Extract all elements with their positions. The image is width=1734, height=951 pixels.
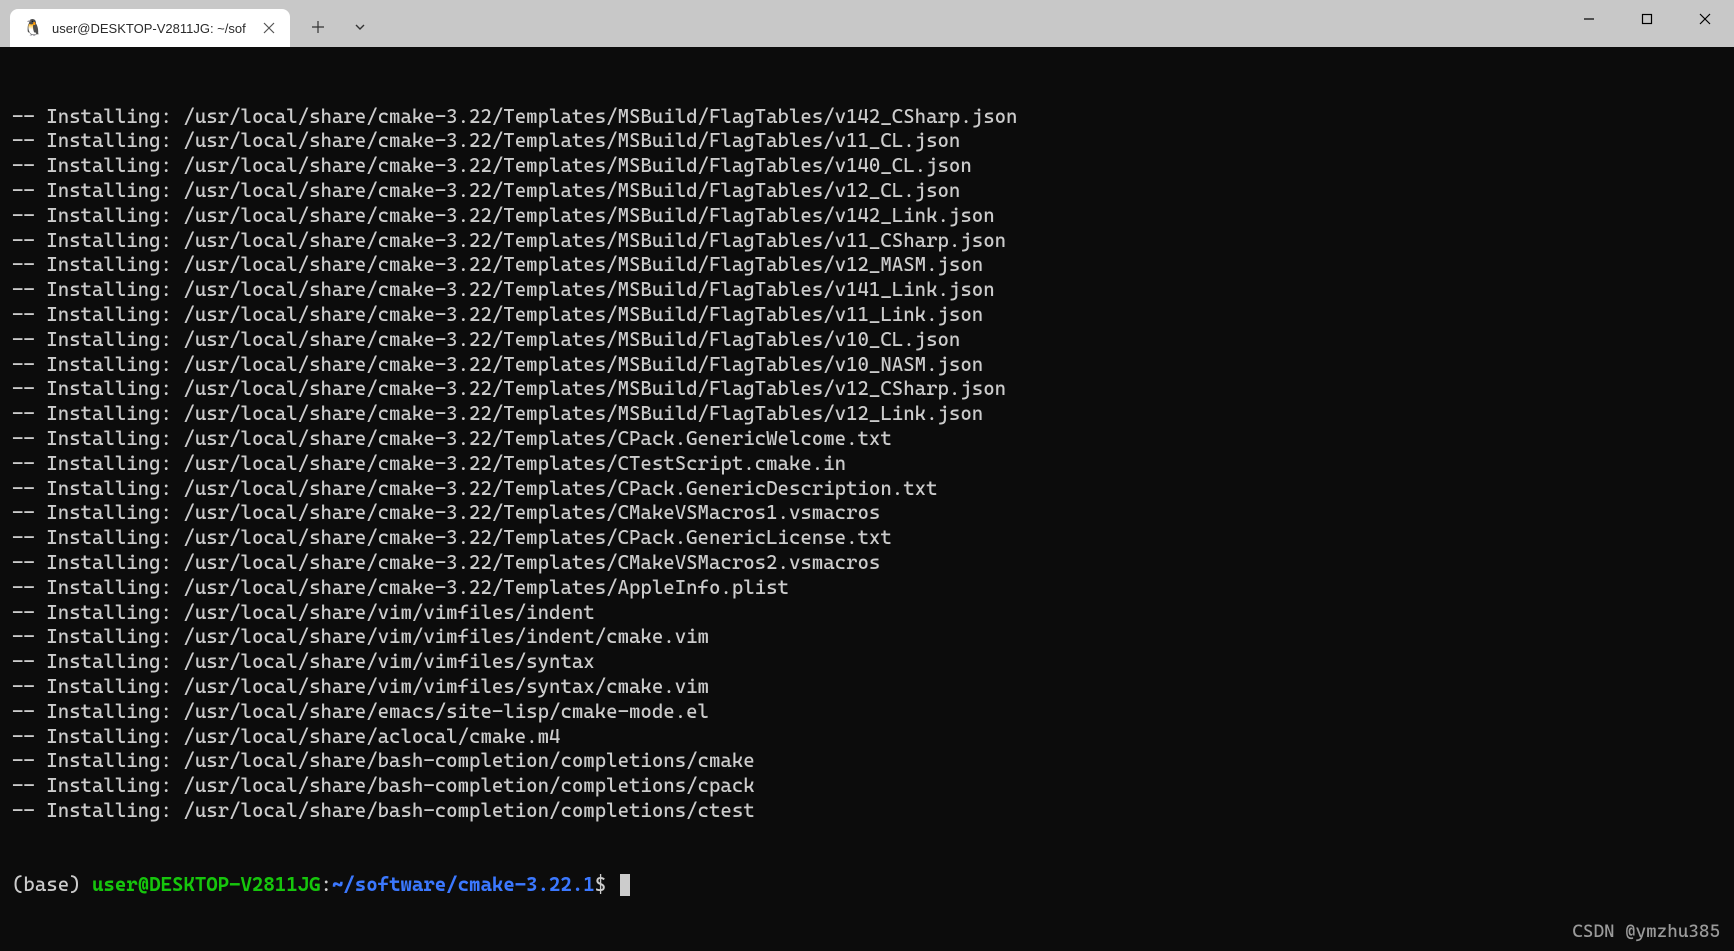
terminal-line: -- Installing: /usr/local/share/cmake-3.… [12,427,1722,452]
terminal-line: -- Installing: /usr/local/share/bash-com… [12,749,1722,774]
prompt-base: (base) [12,873,92,896]
tabs-area: 🐧 user@DESKTOP-V2811JG: ~/sof [0,0,378,47]
terminal-line: -- Installing: /usr/local/share/cmake-3.… [12,452,1722,477]
terminal-line: -- Installing: /usr/local/share/cmake-3.… [12,377,1722,402]
terminal-line: -- Installing: /usr/local/share/cmake-3.… [12,303,1722,328]
terminal-line: -- Installing: /usr/local/share/emacs/si… [12,700,1722,725]
terminal-line: -- Installing: /usr/local/share/vim/vimf… [12,601,1722,626]
terminal-window: 🐧 user@DESKTOP-V2811JG: ~/sof [0,0,1734,951]
minimize-button[interactable] [1560,0,1618,38]
tux-icon: 🐧 [24,19,42,37]
terminal-line: -- Installing: /usr/local/share/vim/vimf… [12,675,1722,700]
terminal-line: -- Installing: /usr/local/share/cmake-3.… [12,154,1722,179]
terminal-line: -- Installing: /usr/local/share/cmake-3.… [12,105,1722,130]
tab-active[interactable]: 🐧 user@DESKTOP-V2811JG: ~/sof [10,9,290,47]
close-button[interactable] [1676,0,1734,38]
terminal-line: -- Installing: /usr/local/share/cmake-3.… [12,328,1722,353]
terminal-line: -- Installing: /usr/local/share/bash-com… [12,774,1722,799]
prompt-colon: : [321,873,332,896]
tab-title: user@DESKTOP-V2811JG: ~/sof [52,21,252,36]
terminal-line: -- Installing: /usr/local/share/cmake-3.… [12,353,1722,378]
tab-dropdown-button[interactable] [342,9,378,45]
cursor [620,874,630,896]
terminal-line: -- Installing: /usr/local/share/cmake-3.… [12,551,1722,576]
terminal-line: -- Installing: /usr/local/share/cmake-3.… [12,204,1722,229]
prompt-line: (base) user@DESKTOP-V2811JG:~/software/c… [12,873,1722,898]
terminal-line: -- Installing: /usr/local/share/cmake-3.… [12,278,1722,303]
terminal-line: -- Installing: /usr/local/share/cmake-3.… [12,526,1722,551]
terminal-line: -- Installing: /usr/local/share/cmake-3.… [12,229,1722,254]
terminal-line: -- Installing: /usr/local/share/cmake-3.… [12,402,1722,427]
prompt-path: ~/software/cmake-3.22.1 [332,873,595,896]
new-tab-button[interactable] [300,9,336,45]
terminal-line: -- Installing: /usr/local/share/bash-com… [12,799,1722,824]
titlebar: 🐧 user@DESKTOP-V2811JG: ~/sof [0,0,1734,47]
terminal-line: -- Installing: /usr/local/share/vim/vimf… [12,625,1722,650]
watermark: CSDN @ymzhu385 [1572,920,1720,945]
maximize-button[interactable] [1618,0,1676,38]
terminal-output[interactable]: -- Installing: /usr/local/share/cmake-3.… [0,47,1734,951]
terminal-line: -- Installing: /usr/local/share/cmake-3.… [12,253,1722,278]
prompt-dollar: $ [595,873,606,896]
terminal-line: -- Installing: /usr/local/share/cmake-3.… [12,477,1722,502]
terminal-line: -- Installing: /usr/local/share/cmake-3.… [12,501,1722,526]
terminal-line: -- Installing: /usr/local/share/cmake-3.… [12,129,1722,154]
window-controls [1560,0,1734,38]
terminal-line: -- Installing: /usr/local/share/aclocal/… [12,725,1722,750]
terminal-line: -- Installing: /usr/local/share/cmake-3.… [12,576,1722,601]
prompt-user-host: user@DESKTOP-V2811JG [92,873,321,896]
tab-close-button[interactable] [260,19,278,37]
terminal-line: -- Installing: /usr/local/share/vim/vimf… [12,650,1722,675]
terminal-line: -- Installing: /usr/local/share/cmake-3.… [12,179,1722,204]
